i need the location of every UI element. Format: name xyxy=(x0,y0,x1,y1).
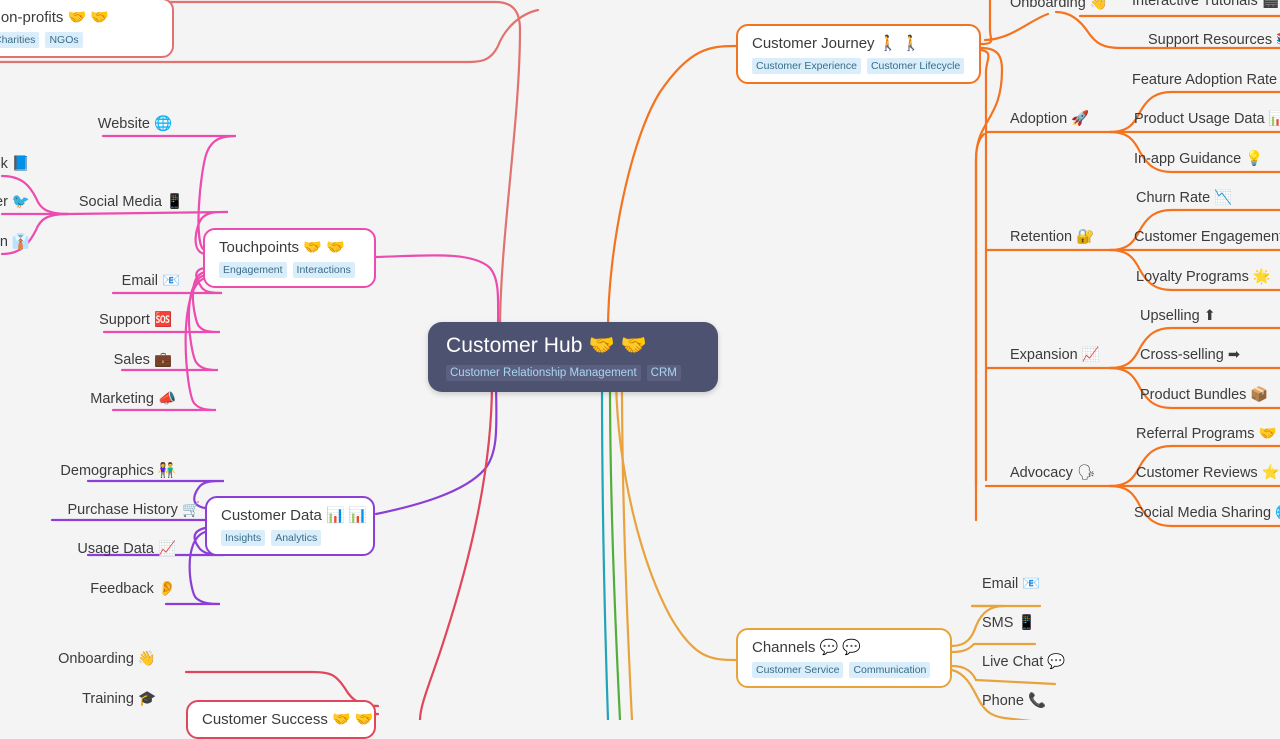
leaf-customer-engagement[interactable]: Customer Engagement 👍 xyxy=(1134,228,1280,246)
leaf-email-touchpoint[interactable]: Email 📧 xyxy=(0,272,180,290)
center-node-title: Customer Hub 🤝 🤝 xyxy=(446,334,647,357)
center-node-customer-hub[interactable]: Customer Hub 🤝 🤝 Customer Relationship M… xyxy=(428,322,718,392)
leaf-demographics[interactable]: Demographics 👫 xyxy=(0,462,176,480)
node-non-profits[interactable]: Non-profits 🤝 🤝 Charities NGOs xyxy=(0,0,174,58)
node-customer-data-tags: Insights Analytics xyxy=(221,530,361,546)
node-customer-journey[interactable]: Customer Journey 🚶 🚶 Customer Experience… xyxy=(736,24,981,84)
leaf-social-media-sharing[interactable]: Social Media Sharing 🌐 xyxy=(1134,504,1280,522)
node-non-profits-tags: Charities NGOs xyxy=(0,32,160,48)
leaf-loyalty-programs[interactable]: Loyalty Programs 🌟 xyxy=(1136,268,1271,286)
node-channels[interactable]: Channels 💬 💬 Customer Service Communicat… xyxy=(736,628,952,688)
leaf-sales[interactable]: Sales 💼 xyxy=(0,351,172,369)
leaf-interactive-tutorials[interactable]: Interactive Tutorials 🎬 xyxy=(1132,0,1280,10)
leaf-linkedin[interactable]: In 👔 xyxy=(0,233,30,251)
tag-customer-experience: Customer Experience xyxy=(752,58,861,74)
tag-insights: Insights xyxy=(221,530,266,546)
leaf-website[interactable]: Website 🌐 xyxy=(0,115,172,133)
node-customer-data[interactable]: Customer Data 📊 📊 Insights Analytics xyxy=(205,496,375,556)
leaf-expansion[interactable]: Expansion 📈 xyxy=(1010,346,1100,364)
leaf-marketing[interactable]: Marketing 📣 xyxy=(0,390,176,408)
leaf-in-app-guidance[interactable]: In-app Guidance 💡 xyxy=(1134,150,1263,168)
leaf-feedback[interactable]: Feedback 👂 xyxy=(0,580,176,598)
leaf-support-resources[interactable]: Support Resources 📚 xyxy=(1148,31,1280,49)
node-customer-journey-tags: Customer Experience Customer Lifecycle xyxy=(752,58,967,74)
leaf-advocacy[interactable]: Advocacy 🗣 xyxy=(1010,464,1095,482)
leaf-churn-rate[interactable]: Churn Rate 📉 xyxy=(1136,189,1232,207)
node-customer-journey-title: Customer Journey 🚶 🚶 xyxy=(752,35,921,52)
tag-communication: Communication xyxy=(849,662,931,678)
tag-engagement: Engagement xyxy=(219,262,287,278)
leaf-adoption[interactable]: Adoption 🚀 xyxy=(1010,110,1089,128)
node-non-profits-title: Non-profits 🤝 🤝 xyxy=(0,9,110,26)
node-channels-title: Channels 💬 💬 xyxy=(752,639,862,656)
center-node-tags: Customer Relationship Management CRM xyxy=(446,365,700,381)
leaf-sms[interactable]: SMS 📱 xyxy=(982,614,1036,632)
leaf-feature-adoption-rate[interactable]: Feature Adoption Rate 📉 xyxy=(1132,71,1280,89)
tag-charities: Charities xyxy=(0,32,40,48)
leaf-product-usage-data[interactable]: Product Usage Data 📊 xyxy=(1134,110,1280,128)
center-tag-crm: CRM xyxy=(646,365,681,381)
mindmap-canvas: Customer Hub 🤝 🤝 Customer Relationship M… xyxy=(0,0,1280,739)
leaf-twitter[interactable]: er 🐦 xyxy=(0,193,30,211)
leaf-onboarding-success[interactable]: Onboarding 👋 xyxy=(0,650,156,668)
node-touchpoints[interactable]: Touchpoints 🤝 🤝 Engagement Interactions xyxy=(203,228,376,288)
leaf-retention[interactable]: Retention 🔐 xyxy=(1010,228,1094,246)
leaf-facebook[interactable]: ok 📘 xyxy=(0,155,30,173)
tag-interactions: Interactions xyxy=(292,262,355,278)
tag-customer-lifecycle: Customer Lifecycle xyxy=(866,58,965,74)
node-touchpoints-tags: Engagement Interactions xyxy=(219,262,362,278)
leaf-live-chat[interactable]: Live Chat 💬 xyxy=(982,653,1065,671)
leaf-product-bundles[interactable]: Product Bundles 📦 xyxy=(1140,386,1268,404)
node-channels-tags: Customer Service Communication xyxy=(752,662,938,678)
tag-analytics: Analytics xyxy=(271,530,322,546)
center-tag-crm-full: Customer Relationship Management xyxy=(446,365,641,381)
leaf-upselling[interactable]: Upselling ⬆ xyxy=(1140,307,1216,325)
leaf-cross-selling[interactable]: Cross-selling ➡ xyxy=(1140,346,1240,364)
leaf-customer-reviews[interactable]: Customer Reviews ⭐⭐ xyxy=(1136,464,1280,482)
leaf-phone[interactable]: Phone 📞 xyxy=(982,692,1046,710)
leaf-support[interactable]: Support 🆘 xyxy=(0,311,172,329)
leaf-training[interactable]: Training 🎓 xyxy=(0,690,156,708)
leaf-email-channel[interactable]: Email 📧 xyxy=(982,575,1040,593)
leaf-referral-programs[interactable]: Referral Programs 🤝 xyxy=(1136,425,1277,443)
leaf-onboarding-journey[interactable]: Onboarding 👋 xyxy=(1010,0,1108,12)
leaf-purchase-history[interactable]: Purchase History 🛒 xyxy=(0,501,200,519)
node-customer-data-title: Customer Data 📊 📊 xyxy=(221,507,368,524)
node-touchpoints-title: Touchpoints 🤝 🤝 xyxy=(219,239,345,256)
tag-ngos: NGOs xyxy=(45,32,83,48)
tag-customer-service: Customer Service xyxy=(752,662,844,678)
leaf-usage-data[interactable]: Usage Data 📈 xyxy=(0,540,176,558)
